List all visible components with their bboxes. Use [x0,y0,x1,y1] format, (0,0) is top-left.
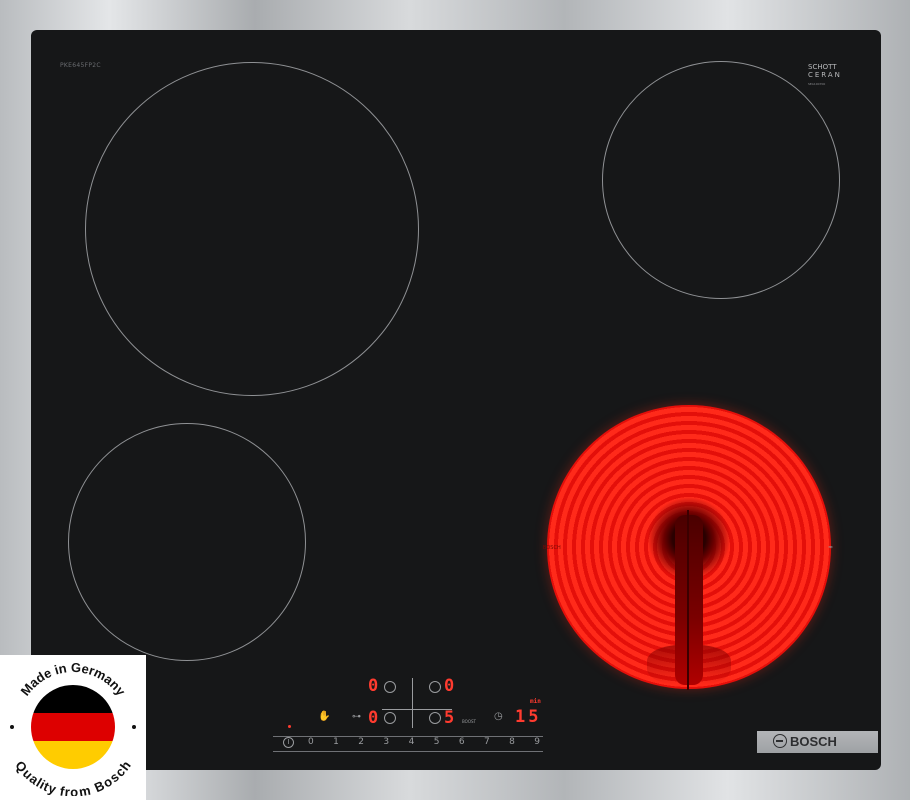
timer-unit: min [530,698,541,705]
slider-step-7[interactable]: 7 [484,737,490,747]
zone-front-left-button[interactable] [384,712,396,724]
power-icon[interactable]: I [283,737,294,748]
brand-name: BOSCH [790,734,837,749]
made-in-germany-seal: Made in Germany Quality from Bosch [10,660,136,796]
germany-flag-icon [31,685,115,769]
seal-dot-right [132,725,136,729]
indicator-dot [288,725,291,728]
cooking-zone-front-right-heating [547,405,831,690]
cooking-zone-front-left [68,423,306,661]
bosch-logo-icon [773,734,787,748]
key-icon[interactable]: ⊶ [352,712,361,722]
slider-step-8[interactable]: 8 [509,737,515,747]
zone-rear-right-button[interactable] [429,681,441,693]
heating-element-rod [687,510,689,690]
slider-numbers[interactable]: 0 1 2 3 4 5 6 7 8 9 [308,737,540,747]
seal-dot-left [10,725,14,729]
zone-selector-cross-horizontal [382,709,452,710]
cooking-zone-rear-right [602,61,840,299]
slider-step-2[interactable]: 2 [358,737,364,747]
zone-front-left-display: 0 [368,708,379,728]
schott-ceran-logo: SCHOTT CERAN SEA100700 [808,63,842,88]
clock-icon[interactable]: ◷ [494,711,503,722]
slider-step-0[interactable]: 0 [308,737,314,747]
hand-icon[interactable]: ✋ [318,711,330,722]
zone-rear-left-display: 0 [368,676,379,696]
slider-step-9[interactable]: 9 [534,737,540,747]
zone-rear-left-button[interactable] [384,681,396,693]
slider-step-1[interactable]: 1 [333,737,339,747]
zone-front-right-button[interactable] [429,712,441,724]
zone-selector-cross-vertical [412,678,413,728]
ceran-text: CERAN [808,71,842,79]
slider-step-5[interactable]: 5 [434,737,440,747]
heating-element-sensor [675,515,703,685]
cooking-zone-rear-left [85,62,419,396]
model-code: PKE645FP2C [60,62,101,69]
schott-text: SCHOTT [808,63,837,71]
slider-step-6[interactable]: 6 [459,737,465,747]
zone-front-right-display: 5 [444,708,455,728]
slider-step-4[interactable]: 4 [409,737,415,747]
ceran-subtext: SEA100700 [808,82,826,86]
zone-pin-icon: ≈ [828,544,834,551]
slider-step-3[interactable]: 3 [383,737,389,747]
boost-label[interactable]: BOOST [462,719,476,724]
timer-display: 15 [515,707,542,727]
zone-rear-right-display: 0 [444,676,455,696]
zone-brandmark: BOSCH [543,545,561,551]
